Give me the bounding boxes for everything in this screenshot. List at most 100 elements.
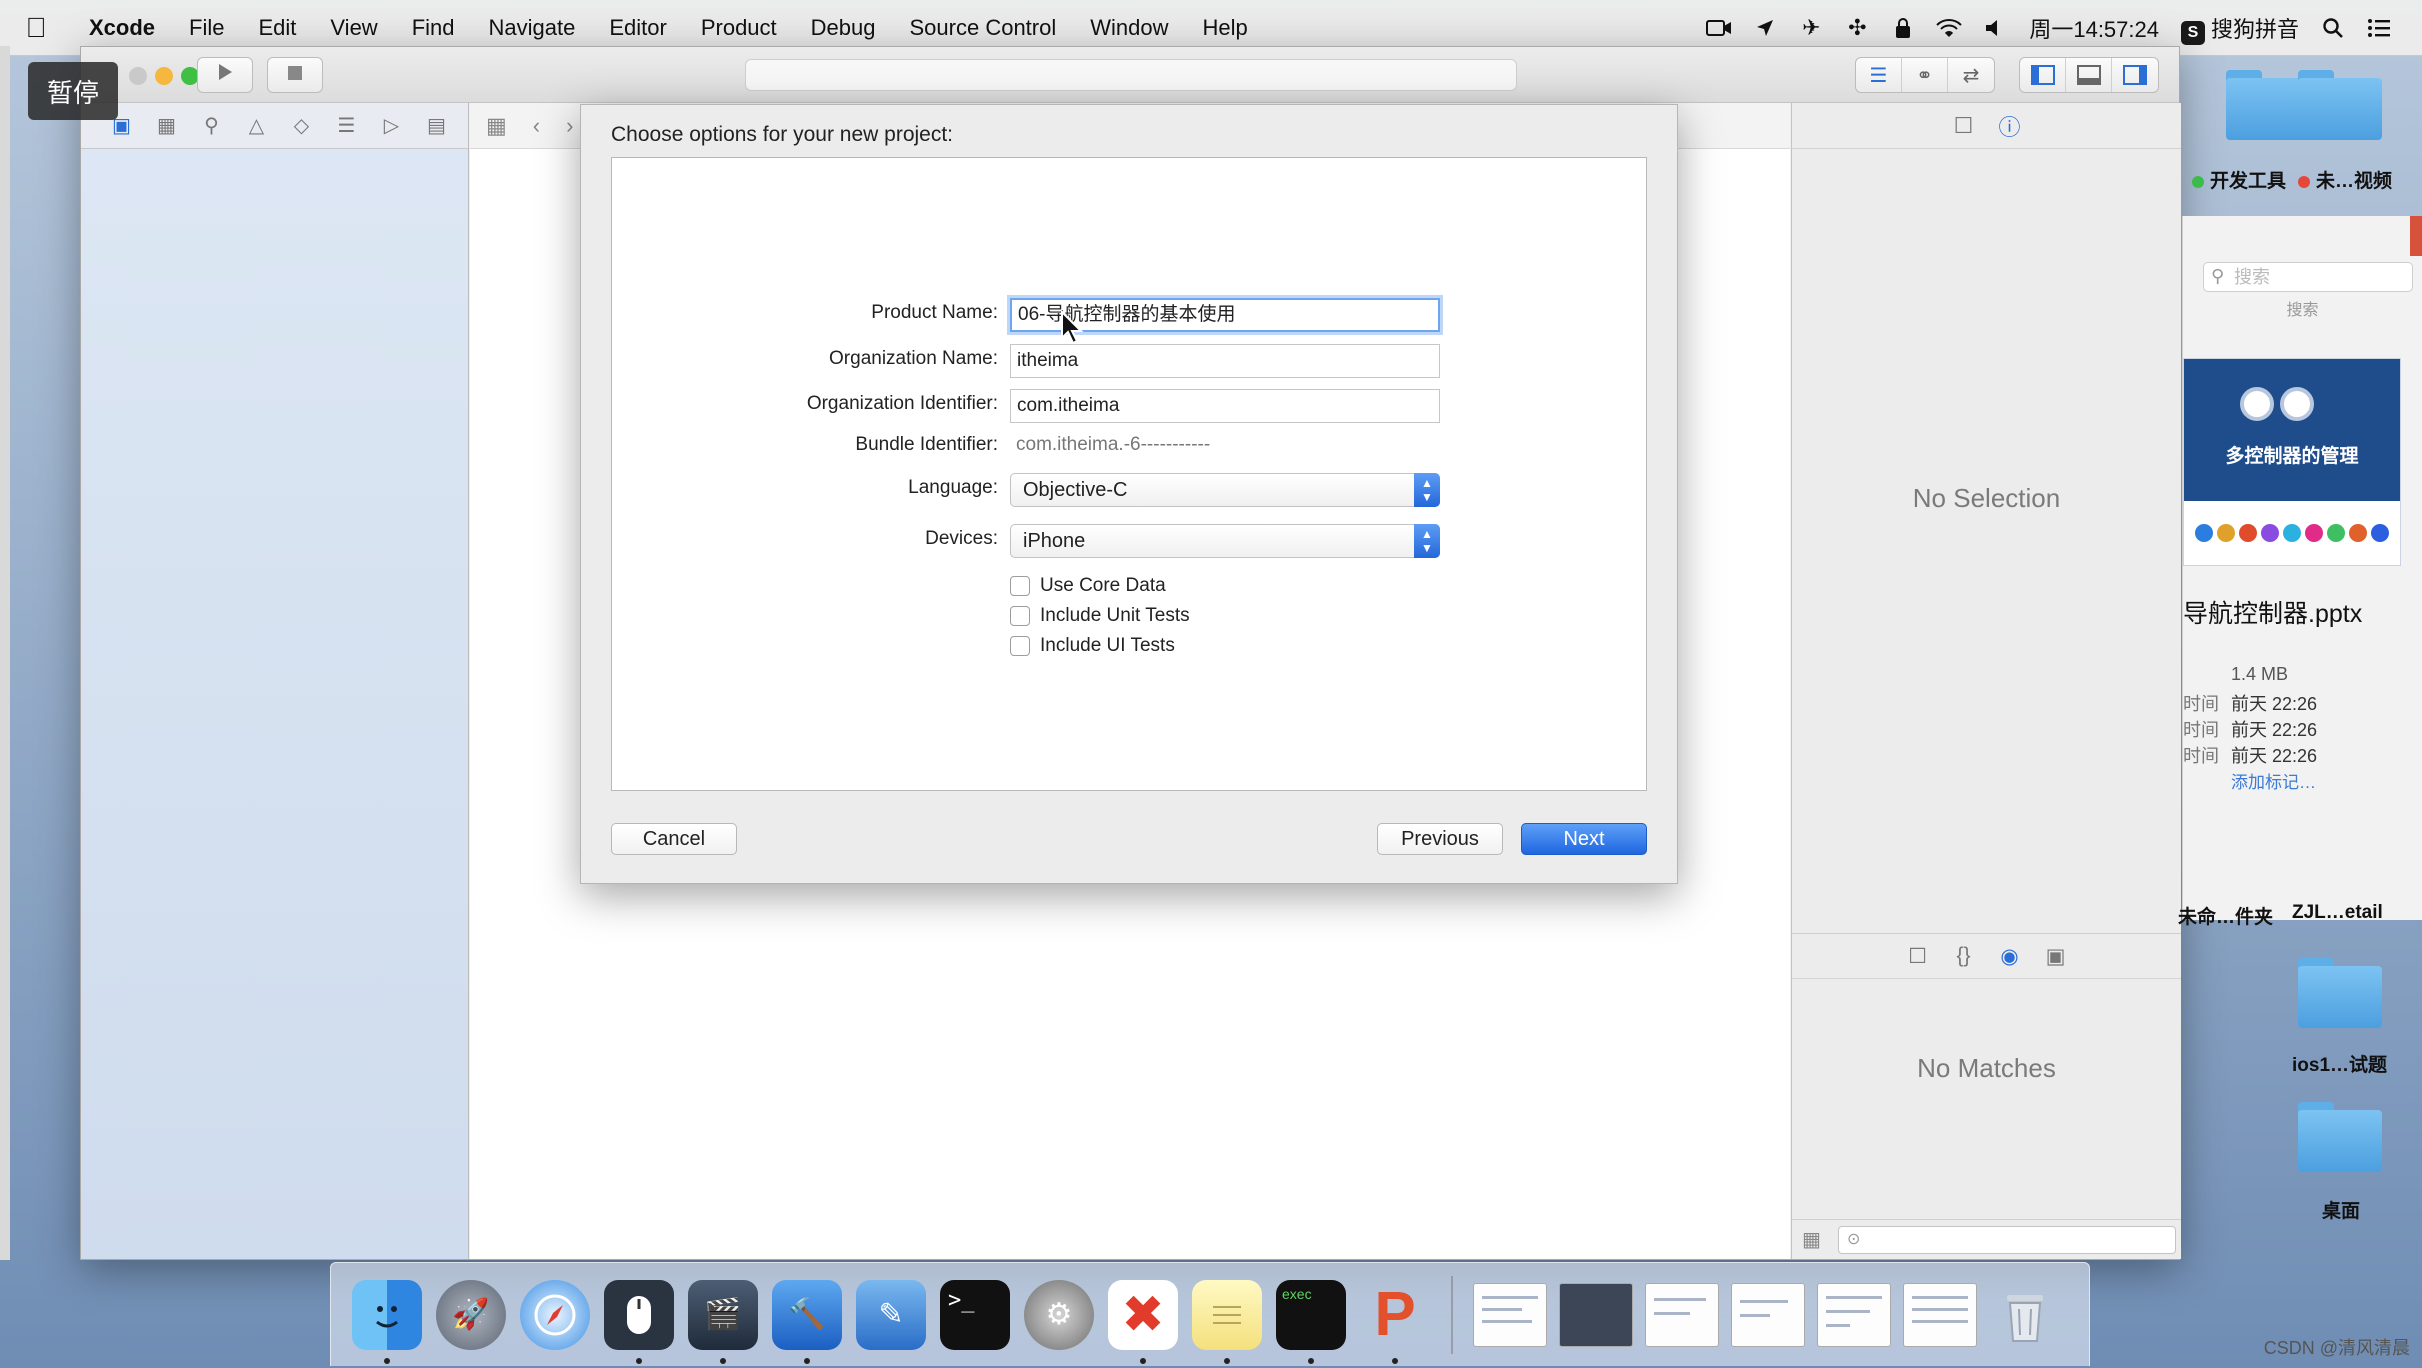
background-window-edge bbox=[0, 46, 10, 1260]
back-chevron-icon[interactable]: ‹ bbox=[533, 113, 540, 139]
trash-icon[interactable] bbox=[1990, 1280, 2060, 1350]
organization-identifier-row: Organization Identifier: com.itheima bbox=[612, 389, 1646, 425]
menubar-clock[interactable]: 周一14:57:24 bbox=[2018, 12, 2170, 44]
add-tag-link[interactable]: 添加标记… bbox=[2231, 768, 2316, 793]
document-thumbnail-icon[interactable] bbox=[1903, 1282, 1977, 1347]
window-minimize-button[interactable] bbox=[155, 67, 173, 85]
stop-button[interactable] bbox=[267, 57, 323, 93]
screen-thumbnail-icon[interactable] bbox=[1559, 1282, 1633, 1347]
code-snippet-library-icon[interactable]: {} bbox=[1941, 944, 1987, 968]
library-filter-bar: ▦ ⊙ bbox=[1792, 1219, 2181, 1259]
previous-button[interactable]: Previous bbox=[1377, 823, 1503, 855]
object-library-icon[interactable]: ◉ bbox=[1987, 944, 2033, 969]
bundle-identifier-row: Bundle Identifier: com.itheima.-6-------… bbox=[612, 430, 1646, 466]
debug-area-toggle-icon[interactable] bbox=[2066, 58, 2112, 92]
report-navigator-icon[interactable]: ▤ bbox=[414, 113, 459, 138]
keynote-icon[interactable]: 🎬 bbox=[688, 1279, 758, 1364]
lock-icon[interactable] bbox=[1888, 15, 1918, 41]
language-label: Language: bbox=[908, 477, 998, 498]
no-selection-label: No Selection bbox=[1912, 483, 2061, 513]
notes-icon[interactable] bbox=[1192, 1279, 1262, 1364]
library-filter-input[interactable]: ⊙ bbox=[1838, 1225, 2176, 1254]
terminal-icon[interactable]: >_ bbox=[940, 1279, 1010, 1350]
desktop-item-label[interactable]: 未命…件夹 bbox=[2178, 902, 2273, 929]
activity-viewer bbox=[745, 59, 1517, 91]
mouse-app-icon[interactable] bbox=[604, 1279, 674, 1364]
debug-navigator-icon[interactable]: ☰ bbox=[324, 113, 369, 138]
airplane-icon[interactable]: ✈ bbox=[1796, 15, 1826, 41]
include-unit-tests-checkbox[interactable] bbox=[1010, 606, 1030, 626]
related-items-icon[interactable]: ▦ bbox=[486, 113, 507, 139]
file-inspector-icon[interactable]: ☐ bbox=[1941, 113, 1987, 139]
quick-help-icon[interactable]: ⓘ bbox=[1987, 110, 2033, 142]
xcode-icon[interactable]: 🔨 bbox=[772, 1279, 842, 1364]
location-icon[interactable] bbox=[1750, 15, 1780, 41]
finder-icon[interactable] bbox=[352, 1279, 422, 1364]
desktop-item-label[interactable]: ZJL…etail bbox=[2292, 902, 2383, 924]
powerpoint-icon[interactable]: P bbox=[1360, 1280, 1430, 1364]
tagged-folder-label[interactable]: 未…视频 bbox=[2298, 166, 2392, 193]
media-library-icon[interactable]: ▣ bbox=[2033, 944, 2079, 969]
info-search-input[interactable]: 搜索 bbox=[2203, 262, 2413, 292]
include-ui-tests-checkbox-row[interactable]: Include UI Tests bbox=[1010, 632, 1175, 660]
forward-chevron-icon[interactable]: › bbox=[566, 113, 573, 139]
input-method-menu[interactable]: S 搜狗拼音 bbox=[2170, 12, 2310, 45]
popup-arrows-icon: ▲ ▼ bbox=[1414, 473, 1440, 507]
window-close-button[interactable] bbox=[129, 67, 147, 85]
document-thumbnail-icon[interactable] bbox=[1731, 1282, 1805, 1347]
system-preferences-icon[interactable]: ⚙ bbox=[1024, 1279, 1094, 1350]
exec-terminal-icon[interactable]: exec bbox=[1276, 1279, 1346, 1364]
pause-badge[interactable]: 暂停 bbox=[28, 62, 118, 120]
desktop-item-label[interactable]: ios1…试题 bbox=[2292, 1050, 2387, 1077]
file-name: 导航控制器.pptx bbox=[2183, 600, 2363, 628]
navigator-toggle-icon[interactable] bbox=[2020, 58, 2066, 92]
breakpoint-navigator-icon[interactable]: ▷ bbox=[369, 113, 414, 138]
folder-icon[interactable] bbox=[2298, 1102, 2382, 1172]
cancel-button[interactable]: Cancel bbox=[611, 823, 737, 855]
find-navigator-icon[interactable]: ⚲ bbox=[189, 113, 234, 138]
include-unit-tests-checkbox-row[interactable]: Include Unit Tests bbox=[1010, 602, 1190, 630]
standard-editor-icon[interactable]: ☰ bbox=[1856, 58, 1902, 92]
run-button[interactable] bbox=[197, 57, 253, 93]
symbol-navigator-icon[interactable]: ▦ bbox=[144, 113, 189, 138]
safari-icon[interactable] bbox=[520, 1279, 590, 1350]
organization-name-row: Organization Name: itheima bbox=[612, 344, 1646, 380]
file-meta-row: 时间 前天 22:26 bbox=[2183, 746, 2318, 766]
assistant-editor-icon[interactable]: ⚭ bbox=[1902, 58, 1948, 92]
document-thumbnail-icon[interactable] bbox=[1817, 1282, 1891, 1347]
screen-record-icon[interactable] bbox=[1704, 15, 1734, 41]
organization-name-field[interactable]: itheima bbox=[1010, 344, 1440, 378]
instruments-icon[interactable]: ✎ bbox=[856, 1279, 926, 1350]
tagged-folder-label[interactable]: 开发工具 bbox=[2192, 166, 2286, 193]
version-editor-icon[interactable]: ⇄ bbox=[1948, 58, 1994, 92]
editor-mode-control: ☰ ⚭ ⇄ bbox=[1855, 57, 1995, 93]
issue-navigator-icon[interactable]: △ bbox=[234, 113, 279, 138]
launchpad-icon[interactable]: 🚀 bbox=[436, 1279, 506, 1350]
spotlight-search-icon[interactable] bbox=[2318, 15, 2348, 41]
include-ui-tests-checkbox[interactable] bbox=[1010, 636, 1030, 656]
navigator-tabs: ▣ ▦ ⚲ △ ◇ ☰ ▷ ▤ bbox=[81, 103, 468, 149]
bluetooth-network-icon[interactable]: ✣ bbox=[1842, 15, 1872, 41]
test-navigator-icon[interactable]: ◇ bbox=[279, 113, 324, 138]
apple-icon[interactable]:  bbox=[0, 12, 72, 44]
desktop-item-label[interactable]: 桌面 bbox=[2322, 1196, 2360, 1223]
document-thumbnail-icon[interactable] bbox=[1473, 1282, 1547, 1347]
next-button[interactable]: Next bbox=[1521, 823, 1647, 855]
xmind-icon[interactable]: ✖ bbox=[1108, 1279, 1178, 1364]
file-template-library-icon[interactable]: ☐ bbox=[1895, 944, 1941, 969]
volume-icon[interactable] bbox=[1980, 15, 2010, 41]
utilities-toggle-icon[interactable] bbox=[2112, 58, 2158, 92]
wifi-icon[interactable] bbox=[1934, 15, 1964, 41]
use-core-data-checkbox[interactable] bbox=[1010, 576, 1030, 596]
folder-icon[interactable] bbox=[2298, 70, 2382, 140]
organization-identifier-field[interactable]: com.itheima bbox=[1010, 389, 1440, 423]
document-thumbnail-icon[interactable] bbox=[1645, 1282, 1719, 1347]
notification-center-icon[interactable] bbox=[2364, 15, 2394, 41]
language-popup[interactable]: Objective-C ▲ ▼ bbox=[1010, 473, 1440, 507]
devices-label: Devices: bbox=[925, 528, 998, 549]
green-tag-icon bbox=[2192, 175, 2204, 188]
use-core-data-checkbox-row[interactable]: Use Core Data bbox=[1010, 572, 1166, 600]
folder-icon[interactable] bbox=[2298, 958, 2382, 1028]
devices-popup[interactable]: iPhone ▲ ▼ bbox=[1010, 524, 1440, 558]
grid-view-icon[interactable]: ▦ bbox=[1802, 1227, 1830, 1252]
